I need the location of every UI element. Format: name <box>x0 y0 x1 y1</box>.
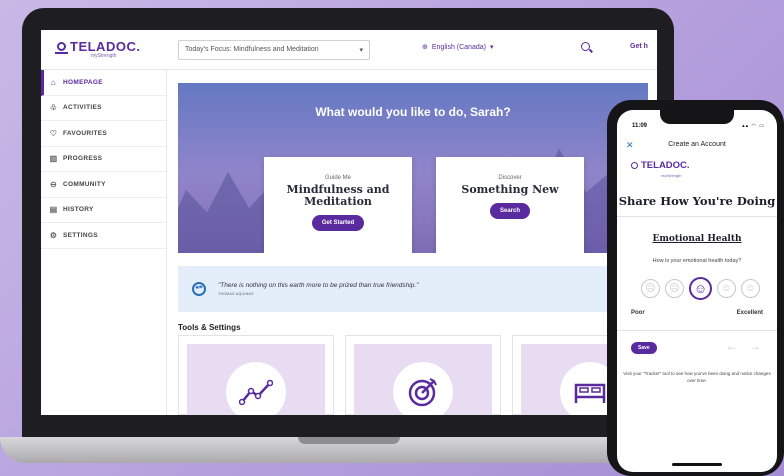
quote-text: "There is nothing on this earth more to … <box>218 282 419 289</box>
save-button[interactable]: Save <box>631 342 657 354</box>
scale-excellent-label: Excellent <box>736 310 763 316</box>
phone-notch <box>660 110 734 124</box>
card-heading: Something New <box>461 183 559 196</box>
focus-label: Today's Focus: Mindfulness and Meditatio… <box>185 46 319 53</box>
laptop-screen: TELADOC. myStrength Today's Focus: Mindf… <box>41 30 657 415</box>
sidebar-item-label: ACTIVITIES <box>63 104 102 112</box>
logo-mark-icon <box>55 42 68 54</box>
face-very-sad-icon[interactable]: ☹ <box>641 279 660 298</box>
card-kicker: Discover <box>498 175 522 181</box>
brand-name: TELADOC. <box>641 160 690 171</box>
activities-icon: ♧ <box>49 103 58 113</box>
tracker-tile[interactable] <box>178 335 334 415</box>
globe-icon: ⊕ <box>422 44 428 51</box>
progress-icon: ▥ <box>49 154 58 164</box>
sidebar-item-homepage[interactable]: ⌂ HOMEPAGE <box>41 70 166 96</box>
face-happy-icon[interactable]: ☺ <box>717 279 736 298</box>
phone-header: Create an Account <box>668 141 726 148</box>
community-icon: ⊖ <box>49 179 57 189</box>
get-help-link[interactable]: Get h <box>630 43 648 50</box>
sidebar-item-label: HOMEPAGE <box>63 78 103 86</box>
question-text: How is your emotional health today? <box>652 258 742 264</box>
section-title: Emotional Health <box>652 234 742 244</box>
divider <box>617 216 777 217</box>
sidebar-item-history[interactable]: ▤ HISTORY <box>41 198 166 223</box>
hero-banner: What would you like to do, Sarah? Guide … <box>178 83 648 253</box>
face-very-happy-icon[interactable]: ☺ <box>741 279 760 298</box>
quote-icon: ❝❞ <box>192 282 206 296</box>
scale-poor-label: Poor <box>631 310 645 316</box>
nav-arrows-icon[interactable]: ← → <box>726 339 765 353</box>
status-icons: ▴▴ ◠ ▭ <box>742 123 765 129</box>
discover-card[interactable]: Discover Something New Search <box>436 157 584 253</box>
quote-banner: ❝❞ "There is nothing on this earth more … <box>178 266 648 312</box>
sidebar-item-community[interactable]: ⊖ COMMUNITY <box>41 172 166 198</box>
target-icon <box>393 362 453 415</box>
hero-title: What would you like to do, Sarah? <box>315 105 511 119</box>
divider <box>617 330 777 331</box>
sidebar-item-label: HISTORY <box>63 206 94 214</box>
focus-select[interactable]: Today's Focus: Mindfulness and Meditatio… <box>178 40 370 60</box>
laptop-frame: TELADOC. myStrength Today's Focus: Mindf… <box>22 8 674 444</box>
history-icon: ▤ <box>49 205 58 215</box>
sidebar-item-label: FAVOURITES <box>63 129 108 137</box>
sidebar-item-settings[interactable]: ⚙ SETTINGS <box>41 223 166 249</box>
brand-sub: myStrength <box>661 173 682 178</box>
logo-mark-icon <box>631 162 638 169</box>
laptop-base <box>0 437 700 463</box>
search-icon[interactable] <box>581 42 590 51</box>
sidebar-item-label: SETTINGS <box>63 231 98 239</box>
chevron-down-icon: ▾ <box>489 44 494 51</box>
sidebar-item-label: PROGRESS <box>63 155 103 163</box>
sidebar-item-activities[interactable]: ♧ ACTIVITIES <box>41 96 166 121</box>
logo[interactable]: TELADOC. myStrength <box>55 39 141 59</box>
phone-screen: 11:09 ▴▴ ◠ ▭ ✕ Create an Account TELADOC… <box>617 110 777 472</box>
sidebar-item-progress[interactable]: ▥ PROGRESS <box>41 147 166 172</box>
face-sad-icon[interactable]: ☹ <box>665 279 684 298</box>
face-neutral-icon[interactable]: ☺ <box>689 277 712 300</box>
heart-icon: ♡ <box>49 128 58 138</box>
language-label: English (Canada) <box>431 43 486 51</box>
home-indicator <box>672 463 722 466</box>
guide-me-card[interactable]: Guide Me Mindfulness and Meditation Get … <box>264 157 412 253</box>
status-time: 11:09 <box>632 123 648 129</box>
sidebar: ⌂ HOMEPAGE ♧ ACTIVITIES ♡ FAVOURITES ▥ PROGR… <box>41 70 167 415</box>
chevron-down-icon: ▾ <box>359 47 363 54</box>
goals-tile[interactable] <box>345 335 501 415</box>
mood-rating: ☹ ☹ ☺ ☺ ☺ <box>641 277 760 300</box>
phone-frame: 11:09 ▴▴ ◠ ▭ ✕ Create an Account TELADOC… <box>607 100 784 476</box>
language-select[interactable]: ⊕ English (Canada) ▾ <box>422 43 494 52</box>
search-button[interactable]: Search <box>489 203 530 219</box>
base-notch <box>298 437 400 444</box>
phone-logo: TELADOC. <box>631 160 690 171</box>
sidebar-item-label: COMMUNITY <box>63 180 106 188</box>
brand-name: TELADOC. <box>70 39 141 54</box>
quote-author: THOMAS AQUINAS <box>218 292 254 296</box>
tools-title: Tools & Settings <box>178 323 241 332</box>
top-bar: TELADOC. myStrength Today's Focus: Mindf… <box>41 30 657 70</box>
tracker-note: Visit your "Tracker" tool to see how you… <box>623 371 771 383</box>
get-started-button[interactable]: Get Started <box>311 215 365 231</box>
card-heading: Mindfulness and Meditation <box>286 183 390 208</box>
tile-bg <box>187 344 325 415</box>
tile-bg <box>354 344 492 415</box>
sidebar-item-favourites[interactable]: ♡ FAVOURITES <box>41 121 166 147</box>
phone-title: Share How You're Doing <box>618 194 776 208</box>
home-icon: ⌂ <box>50 77 57 87</box>
line-chart-icon <box>226 362 286 415</box>
gear-icon: ⚙ <box>49 230 58 240</box>
card-kicker: Guide Me <box>324 175 351 181</box>
